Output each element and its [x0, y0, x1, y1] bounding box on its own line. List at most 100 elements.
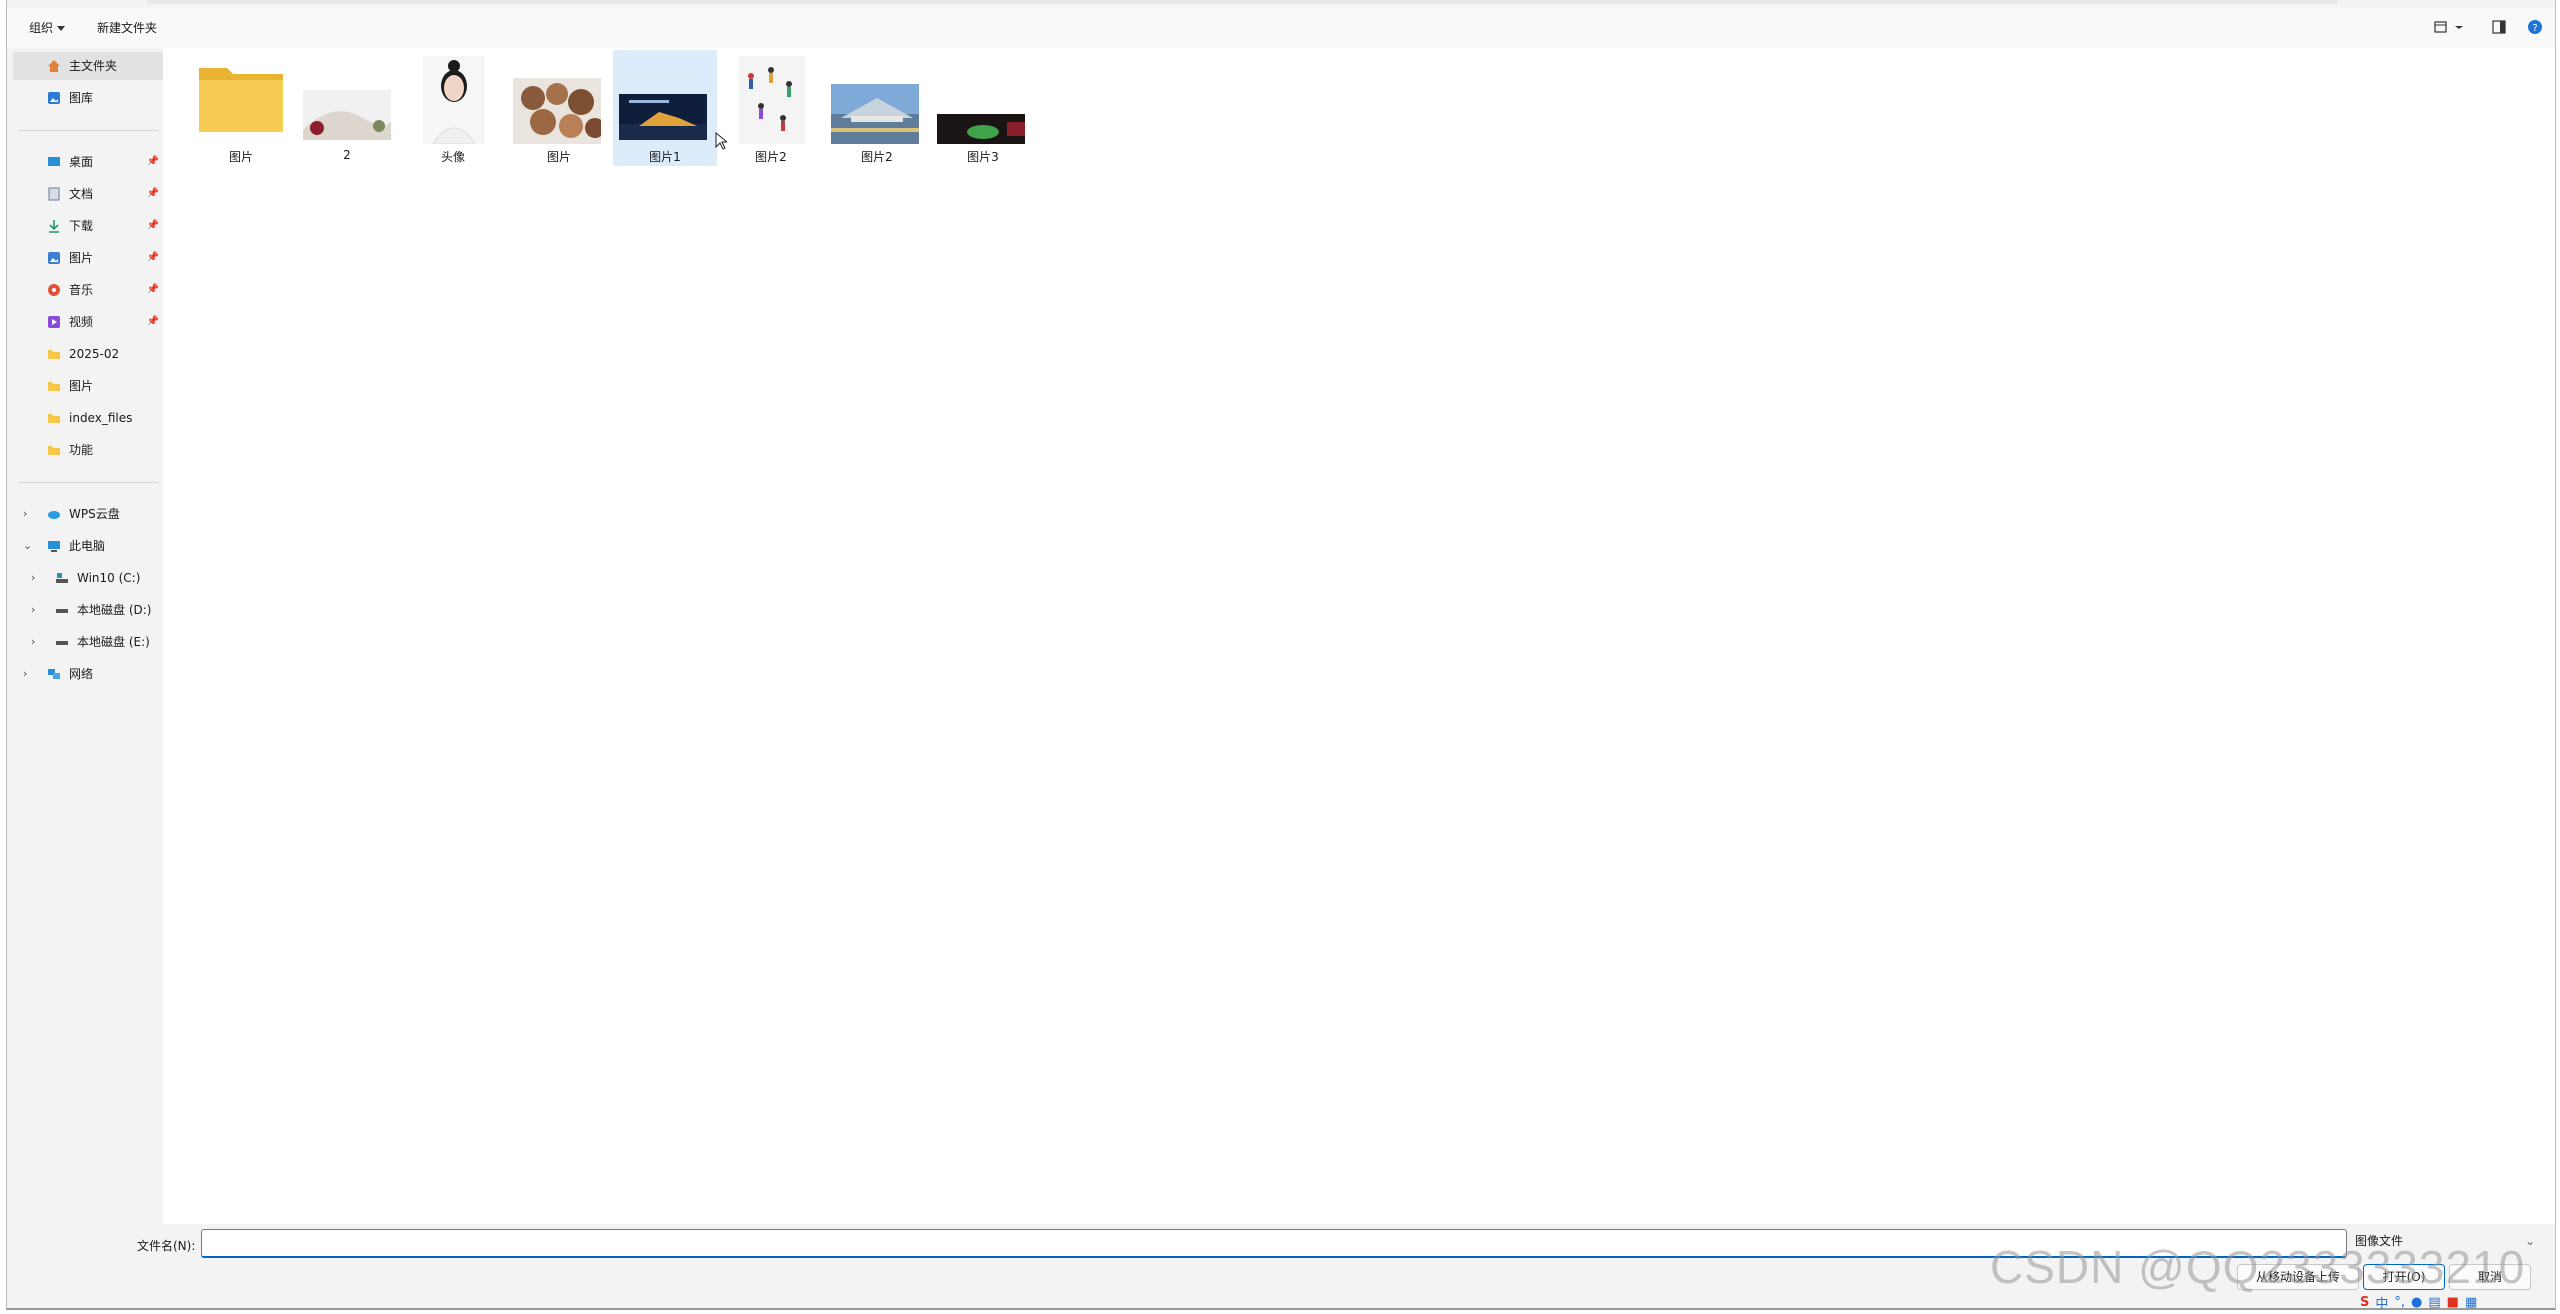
folder-icon [48, 414, 60, 423]
drive-icon [56, 609, 68, 613]
file-tile[interactable]: 图片 [189, 50, 293, 166]
preview-pane-button[interactable] [2491, 19, 2507, 35]
chevron-right-icon[interactable]: › [31, 596, 35, 624]
skin-icon[interactable]: ■ [2447, 1295, 2459, 1310]
nav-item-folder-2025-02[interactable]: 2025-02 [13, 340, 163, 368]
nav-label: Win10 (C:) [77, 571, 141, 585]
file-tile[interactable]: 图片2 [719, 50, 823, 166]
svg-text:?: ? [2532, 23, 2537, 34]
nav-label: 视频 [69, 315, 94, 329]
folder-icon [48, 446, 60, 455]
nav-label: 主文件夹 [69, 59, 118, 73]
nav-label: 本地磁盘 (D:) [77, 603, 152, 617]
view-icon [2434, 21, 2447, 33]
pin-icon[interactable]: 📌 [147, 180, 159, 208]
file-tile[interactable]: 头像 [401, 50, 505, 166]
file-tile[interactable]: 图片 [507, 50, 611, 166]
file-tile[interactable]: 图片1 [613, 50, 717, 166]
title-strip [7, 0, 2555, 8]
file-tile[interactable]: 2 [295, 50, 399, 166]
nav-item-music[interactable]: 音乐 📌 [13, 276, 163, 304]
cloud-icon [48, 511, 60, 519]
chevron-right-icon[interactable]: › [31, 628, 35, 656]
file-list: 图片 2 头像 图片 图片1 图片2 图片2 图片3 [163, 48, 2555, 1224]
nav-item-documents[interactable]: 文档 📌 [13, 180, 163, 208]
image-thumbnail [831, 84, 919, 144]
image-thumbnail [619, 94, 707, 140]
nav-label: 文档 [69, 187, 94, 201]
nav-item-desktop[interactable]: 桌面 📌 [13, 148, 163, 176]
microphone-icon[interactable]: ● [2411, 1295, 2422, 1310]
documents-icon [48, 187, 60, 201]
csdn-watermark: CSDN @QQ2333333210 [1990, 1241, 2526, 1293]
keyboard-icon[interactable]: ▤ [2428, 1295, 2440, 1310]
file-tile[interactable]: 图片2 [825, 50, 929, 166]
file-name: 图片 [546, 150, 571, 164]
organize-label: 组织 [29, 21, 54, 35]
folder-icon [199, 68, 283, 132]
nav-label: 音乐 [69, 283, 94, 297]
nav-label: 下载 [69, 219, 94, 233]
ime-mode[interactable]: 中 [2375, 1293, 2388, 1312]
nav-label: 图片 [69, 251, 94, 265]
punctuation-icon[interactable]: °, [2394, 1295, 2405, 1310]
help-icon: ? [2528, 20, 2542, 34]
image-thumbnail [513, 78, 601, 144]
help-button[interactable]: ? [2527, 19, 2543, 35]
nav-item-drive-c[interactable]: › Win10 (C:) [13, 564, 163, 592]
nav-label: 桌面 [69, 155, 94, 169]
nav-item-this-pc[interactable]: ⌄ 此电脑 [13, 532, 163, 560]
folder-icon [48, 382, 60, 391]
download-icon [49, 220, 59, 233]
nav-item-drive-e[interactable]: › 本地磁盘 (E:) [13, 628, 163, 656]
chevron-down-icon[interactable]: ⌄ [23, 532, 32, 560]
chevron-down-icon [2455, 26, 2463, 29]
home-icon [48, 60, 60, 72]
nav-item-folder-features[interactable]: 功能 [13, 436, 163, 464]
nav-item-drive-d[interactable]: › 本地磁盘 (D:) [13, 596, 163, 624]
preview-pane-icon [2492, 20, 2506, 34]
image-thumbnail [739, 56, 805, 144]
file-tile[interactable]: 图片3 [931, 50, 1035, 166]
file-name: 图片 [228, 150, 253, 164]
sidebar-divider [19, 482, 159, 483]
pin-icon[interactable]: 📌 [147, 308, 159, 336]
pin-icon[interactable]: 📌 [147, 148, 159, 176]
nav-item-home[interactable]: 主文件夹 [13, 52, 163, 80]
nav-item-folder-index-files[interactable]: index_files [13, 404, 163, 432]
nav-item-gallery[interactable]: 图库 [13, 84, 163, 112]
view-mode-dropdown[interactable] [2453, 19, 2469, 35]
file-name: 2 [343, 148, 351, 162]
nav-label: 此电脑 [69, 539, 106, 553]
sidebar-divider [19, 130, 159, 131]
ime-toolbar: S 中 °, ● ▤ ■ ▦ [2360, 1292, 2477, 1312]
nav-label: WPS云盘 [69, 507, 120, 521]
pin-icon[interactable]: 📌 [147, 276, 159, 304]
gallery-icon [48, 92, 60, 104]
computer-icon [48, 541, 60, 552]
organize-button[interactable]: 组织 [25, 18, 69, 38]
toolbar: 组织 新建文件夹 ? [7, 8, 2555, 48]
drive-icon [56, 641, 68, 645]
pin-icon[interactable]: 📌 [147, 212, 159, 240]
toolbox-icon[interactable]: ▦ [2465, 1295, 2477, 1310]
file-name: 头像 [440, 150, 465, 164]
image-thumbnail [937, 114, 1025, 144]
pictures-icon [48, 252, 60, 264]
nav-item-videos[interactable]: 视频 📌 [13, 308, 163, 336]
sogou-icon[interactable]: S [2360, 1295, 2369, 1310]
nav-item-pictures[interactable]: 图片 📌 [13, 244, 163, 272]
pin-icon[interactable]: 📌 [147, 244, 159, 272]
nav-item-network[interactable]: › 网络 [13, 660, 163, 688]
nav-item-folder-pictures[interactable]: 图片 [13, 372, 163, 400]
new-folder-button[interactable]: 新建文件夹 [93, 18, 161, 38]
nav-item-wps-cloud[interactable]: › WPS云盘 [13, 500, 163, 528]
chevron-right-icon[interactable]: › [23, 660, 27, 688]
address-bar-remnant [147, 0, 2337, 4]
nav-label: index_files [69, 411, 133, 425]
view-mode-button[interactable] [2433, 19, 2449, 35]
nav-item-downloads[interactable]: 下载 📌 [13, 212, 163, 240]
video-icon [48, 316, 60, 328]
chevron-right-icon[interactable]: › [31, 564, 35, 592]
chevron-right-icon[interactable]: › [23, 500, 27, 528]
